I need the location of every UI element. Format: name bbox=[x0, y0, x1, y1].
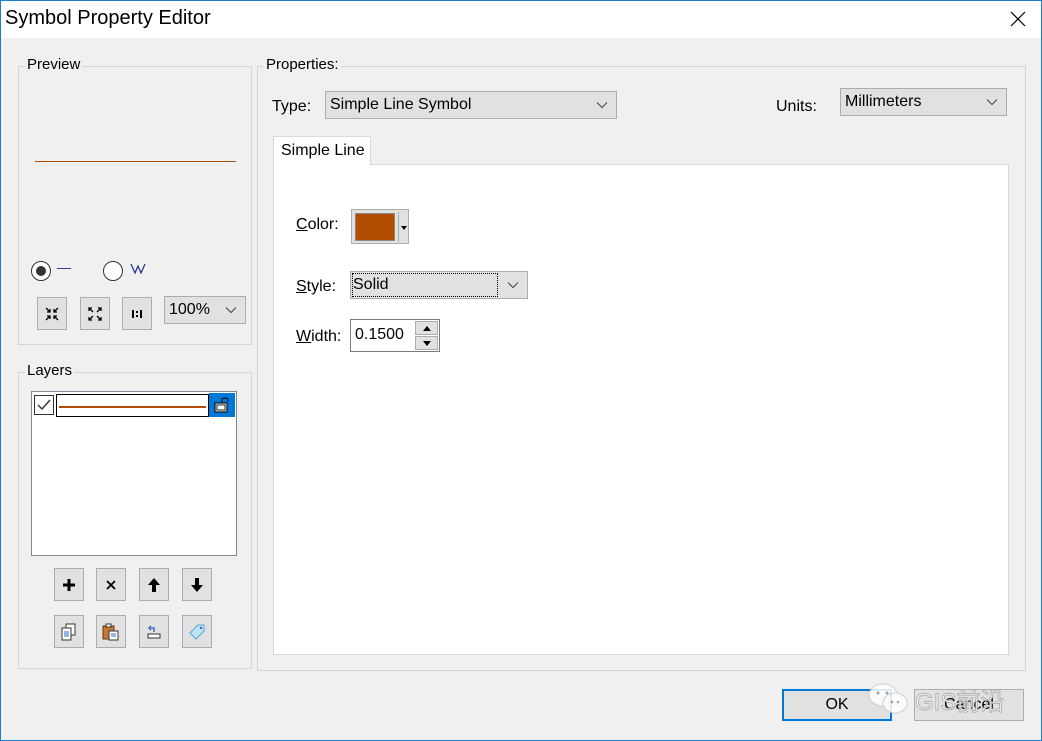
zigzag-icon bbox=[130, 263, 146, 275]
reset-layer-button[interactable] bbox=[139, 615, 169, 648]
triangle-up-icon bbox=[422, 325, 431, 331]
layers-list[interactable] bbox=[31, 391, 237, 556]
checkmark-icon bbox=[37, 399, 51, 411]
layer-item[interactable] bbox=[33, 393, 235, 417]
layers-label: Layers bbox=[25, 362, 75, 379]
width-spinner bbox=[350, 319, 440, 352]
tab-simple-line[interactable]: Simple Line bbox=[273, 136, 371, 165]
chevron-down-icon bbox=[596, 102, 608, 109]
zoom-in-button[interactable] bbox=[37, 297, 67, 330]
delete-x-icon bbox=[106, 579, 116, 590]
width-input[interactable] bbox=[353, 323, 413, 347]
copy-layer-button[interactable] bbox=[54, 615, 84, 648]
layer-symbol-swatch bbox=[56, 394, 209, 417]
zigzag-mode-radio[interactable] bbox=[103, 261, 123, 281]
wechat-icon bbox=[868, 683, 908, 714]
units-select[interactable]: Millimeters bbox=[840, 88, 1007, 116]
arrow-down-icon bbox=[191, 577, 203, 592]
actual-size-button[interactable] bbox=[122, 297, 152, 330]
preview-group: Preview — 100% bbox=[18, 56, 252, 345]
preview-label: Preview bbox=[25, 56, 83, 73]
color-swatch bbox=[355, 213, 395, 241]
chevron-down-icon bbox=[986, 99, 998, 106]
preview-zoom-value: 100% bbox=[169, 301, 210, 318]
style-select[interactable]: Solid bbox=[350, 271, 528, 299]
width-label: Width: bbox=[296, 328, 342, 345]
properties-label: Properties: bbox=[264, 56, 341, 73]
tab-panel: Color: Style: Solid Width: bbox=[273, 164, 1009, 655]
window-title: Symbol Property Editor bbox=[5, 7, 211, 29]
line-mode-glyph: — bbox=[57, 259, 71, 275]
zoom-out-button[interactable] bbox=[80, 297, 110, 330]
chevron-down-icon bbox=[507, 282, 519, 289]
triangle-down-icon bbox=[422, 340, 431, 346]
units-label: Units: bbox=[776, 98, 817, 115]
watermark: GIS前沿 bbox=[867, 681, 1005, 717]
color-picker-divider bbox=[398, 212, 399, 242]
color-label: Color: bbox=[296, 216, 339, 233]
move-layer-down-button[interactable] bbox=[182, 568, 212, 601]
preview-zoom-select[interactable]: 100% bbox=[164, 296, 246, 324]
width-increment-button[interactable] bbox=[415, 321, 438, 335]
tag-layer-button[interactable] bbox=[182, 615, 212, 648]
move-layer-up-button[interactable] bbox=[139, 568, 169, 601]
actual-size-icon bbox=[132, 309, 142, 318]
zoom-in-icon bbox=[45, 307, 59, 320]
plus-icon bbox=[63, 578, 75, 591]
tab-simple-line-label: Simple Line bbox=[281, 142, 365, 159]
title-bar: Symbol Property Editor bbox=[1, 1, 1041, 38]
remove-layer-button[interactable] bbox=[96, 568, 126, 601]
layer-lock-button[interactable] bbox=[209, 393, 235, 417]
close-button[interactable] bbox=[995, 1, 1041, 37]
copy-icon bbox=[61, 623, 76, 640]
unlocked-icon bbox=[214, 397, 229, 413]
zigzag-mode-glyph bbox=[130, 261, 146, 280]
color-picker-button[interactable] bbox=[351, 209, 409, 244]
width-decrement-button[interactable] bbox=[415, 336, 438, 350]
style-label: Style: bbox=[296, 278, 337, 295]
style-value: Solid bbox=[352, 273, 498, 297]
arrow-up-icon bbox=[148, 577, 160, 592]
ok-label: OK bbox=[825, 696, 849, 713]
type-label: Type: bbox=[272, 98, 312, 115]
tag-icon bbox=[189, 624, 205, 640]
properties-group: Properties: Type: Simple Line Symbol Uni… bbox=[257, 56, 1026, 671]
symbol-property-editor-dialog: Symbol Property Editor Preview — 100% La… bbox=[0, 0, 1042, 741]
add-layer-button[interactable] bbox=[54, 568, 84, 601]
line-mode-radio[interactable] bbox=[31, 261, 51, 281]
units-value: Millimeters bbox=[845, 93, 922, 110]
close-icon bbox=[1010, 11, 1026, 27]
watermark-text: GIS前沿 bbox=[914, 688, 1005, 716]
layer-line-preview bbox=[59, 406, 206, 408]
dropdown-arrow-icon bbox=[401, 226, 407, 230]
undo-icon bbox=[147, 625, 161, 638]
zoom-out-icon bbox=[88, 306, 102, 321]
type-select[interactable]: Simple Line Symbol bbox=[325, 91, 617, 119]
paste-icon bbox=[102, 623, 119, 640]
paste-layer-button[interactable] bbox=[96, 615, 126, 648]
type-value: Simple Line Symbol bbox=[330, 96, 472, 113]
layers-group: Layers bbox=[18, 362, 252, 669]
chevron-down-icon bbox=[225, 307, 237, 314]
preview-line bbox=[35, 161, 236, 162]
layer-visible-checkbox[interactable] bbox=[34, 395, 54, 415]
